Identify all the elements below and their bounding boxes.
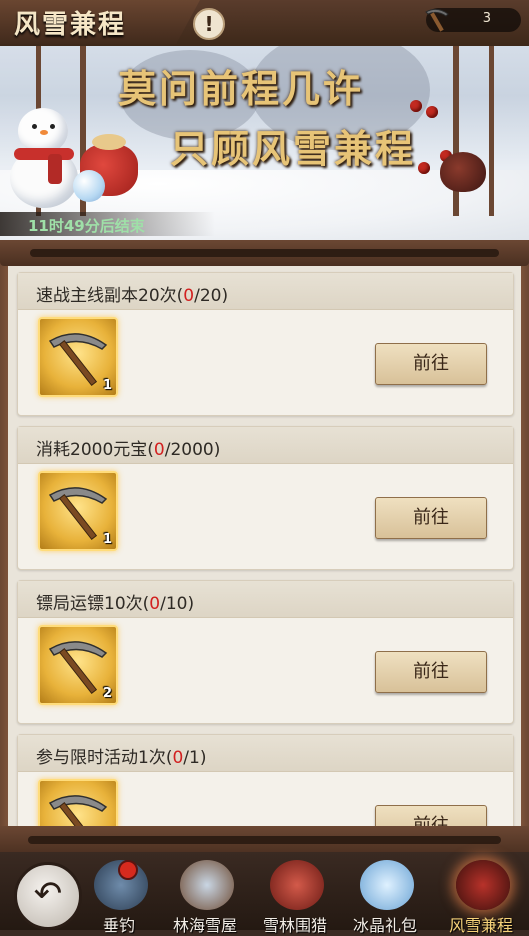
nav-label: 雪林围猎 xyxy=(262,916,327,935)
alert-dot xyxy=(118,860,138,880)
nav-item-ice-gift[interactable]: 冰晶礼包 xyxy=(340,856,430,935)
task-list[interactable]: 速战主线副本20次(0/20) 1 前往 消耗2000元宝(0/2000) 1 … xyxy=(0,240,529,858)
nav-label: 风雪兼程 xyxy=(448,916,513,935)
task-header: 速战主线副本20次(0/20) xyxy=(18,273,513,310)
task-progress-current: 0 xyxy=(183,286,195,306)
page-title: 风雪兼程 xyxy=(14,10,127,40)
go-button[interactable]: 前往 xyxy=(375,651,487,693)
task-card: 速战主线副本20次(0/20) 1 前往 xyxy=(17,272,514,416)
task-progress-current: 0 xyxy=(153,440,165,460)
reward-quantity: 2 xyxy=(102,686,112,701)
exclamation-icon[interactable]: ! xyxy=(193,8,225,40)
nav-label: 冰晶礼包 xyxy=(352,916,417,935)
go-button[interactable]: 前往 xyxy=(375,343,487,385)
back-arrow-icon: ↶ xyxy=(33,874,63,914)
reward-slot[interactable]: 2 xyxy=(38,625,118,705)
nav-item-hunting[interactable]: 雪林围猎 xyxy=(250,856,340,935)
lantern-illustration xyxy=(440,152,486,192)
task-progress-current: 0 xyxy=(149,594,161,614)
reward-slot[interactable]: 1 xyxy=(38,471,118,551)
go-button[interactable]: 前往 xyxy=(375,497,487,539)
task-card: 镖局运镖10次(0/10) 2 前往 xyxy=(17,580,514,724)
task-label: 消耗2000元宝(0/2000) xyxy=(36,440,221,460)
reward-quantity: 1 xyxy=(102,532,112,547)
crystal-orb-illustration xyxy=(73,170,105,202)
task-label: 镖局运镖10次(0/10) xyxy=(36,594,195,614)
back-button[interactable]: ↶ xyxy=(14,862,82,930)
slogan-line-2: 只顾风雪兼程 xyxy=(170,126,417,171)
reward-slot[interactable]: 1 xyxy=(38,317,118,397)
snow-house-icon xyxy=(180,860,234,910)
nav-label: 垂钓 xyxy=(102,916,135,935)
event-banner: 风雪兼程 ! 3 莫问前程几许 只顾风雪兼程 11时49分后结束 xyxy=(0,0,529,240)
task-header: 镖局运镖10次(0/10) xyxy=(18,581,513,618)
task-header: 消耗2000元宝(0/2000) xyxy=(18,427,513,464)
slogan-line-1: 莫问前程几许 xyxy=(118,66,365,111)
task-header: 参与限时活动1次(0/1) xyxy=(18,735,513,772)
countdown-bar: 11时49分后结束 xyxy=(0,212,215,236)
scroll-roller-top xyxy=(0,240,529,266)
reward-quantity: 1 xyxy=(102,378,112,393)
bottom-nav: ↶ 垂钓 林海雪屋 雪林围猎 冰晶礼包 风雪兼程 xyxy=(0,852,529,935)
pickaxe-counter: 3 xyxy=(425,8,521,32)
nav-item-snow-house[interactable]: 林海雪屋 xyxy=(160,856,250,935)
lantern-icon xyxy=(456,860,510,910)
pickaxe-count: 3 xyxy=(482,11,491,26)
nav-label: 林海雪屋 xyxy=(172,916,237,935)
countdown-text: 11时49分后结束 xyxy=(28,217,145,235)
task-progress-current: 0 xyxy=(172,748,184,768)
task-label: 参与限时活动1次(0/1) xyxy=(36,748,207,768)
snowman-illustration xyxy=(8,100,78,210)
hunting-bag-icon xyxy=(270,860,324,910)
task-label: 速战主线副本20次(0/20) xyxy=(36,286,229,306)
nav-item-snow-journey[interactable]: 风雪兼程 xyxy=(436,856,526,935)
task-card: 消耗2000元宝(0/2000) 1 前往 xyxy=(17,426,514,570)
pickaxe-icon xyxy=(425,8,449,32)
ice-crystal-icon xyxy=(360,860,414,910)
